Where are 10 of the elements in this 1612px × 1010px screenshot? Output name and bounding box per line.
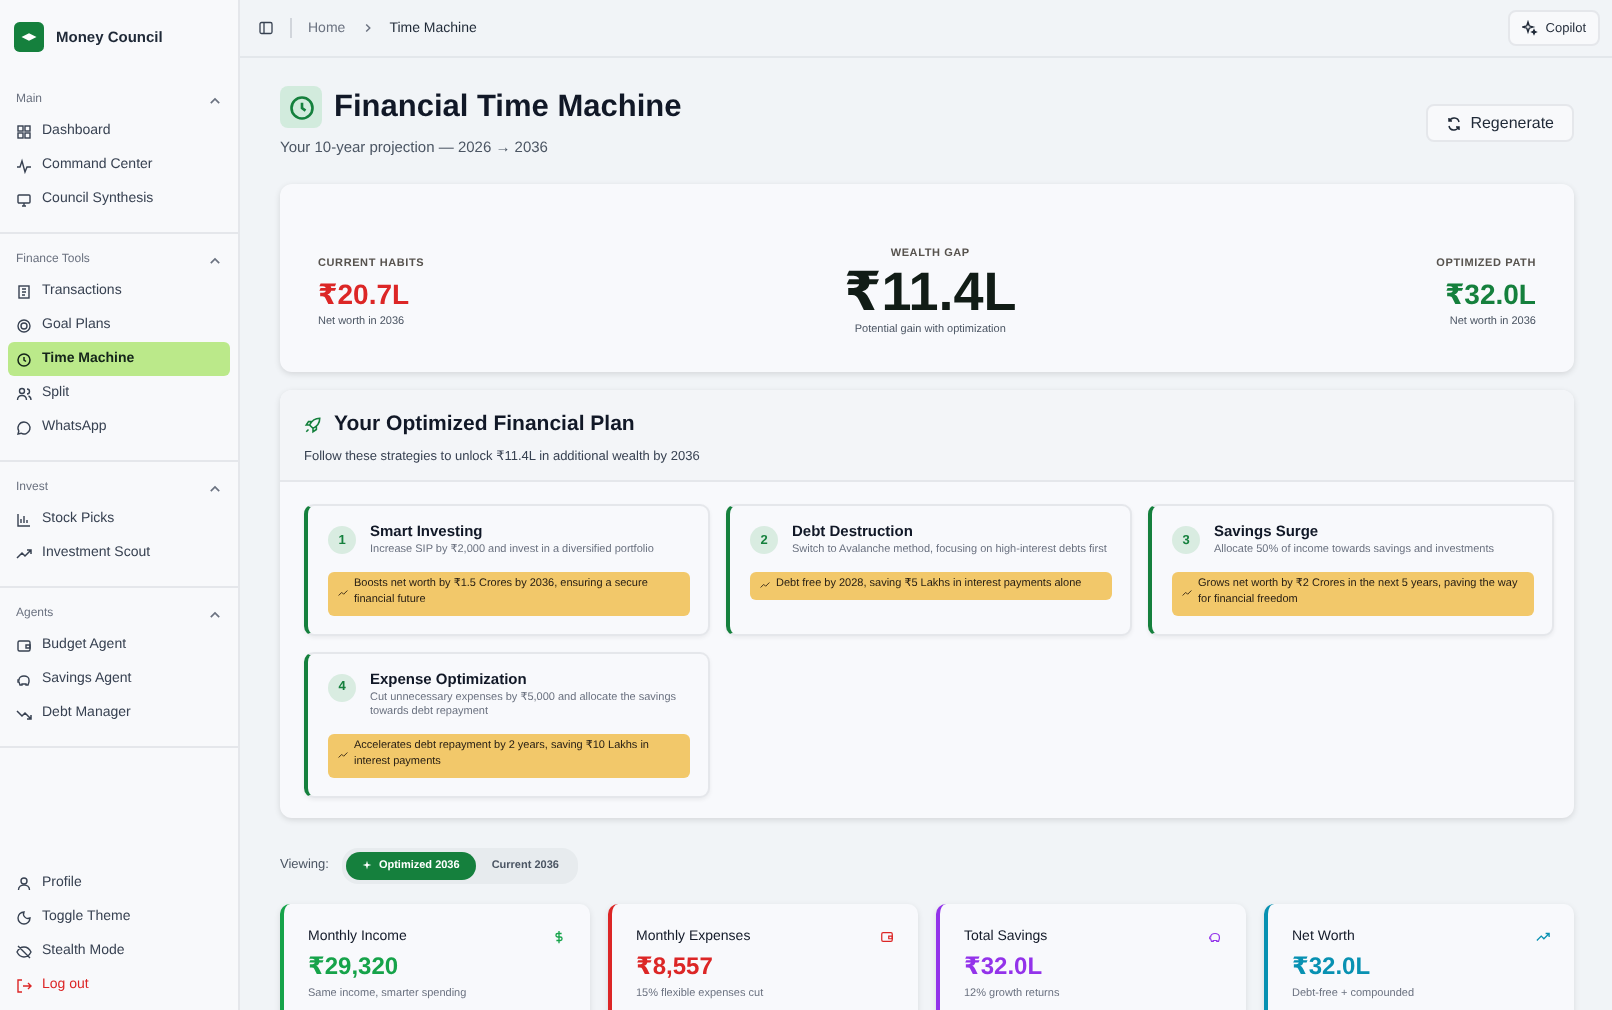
stat-value: ₹32.0L	[1444, 277, 1536, 311]
metric-value: ₹32.0L	[1292, 951, 1373, 980]
stat-value: ₹20.7L	[318, 277, 412, 311]
page-title: Financial Time Machine	[334, 89, 682, 125]
metric-value: ₹29,320	[308, 951, 401, 980]
plan-title: Your Optimized Financial Plan	[334, 412, 635, 436]
regenerate-button[interactable]: Regenerate	[1426, 104, 1574, 142]
metric-value: ₹8,557	[636, 951, 715, 980]
stat-value: ₹11.4L	[843, 263, 1017, 321]
metric-value: ₹32.0L	[964, 951, 1045, 980]
